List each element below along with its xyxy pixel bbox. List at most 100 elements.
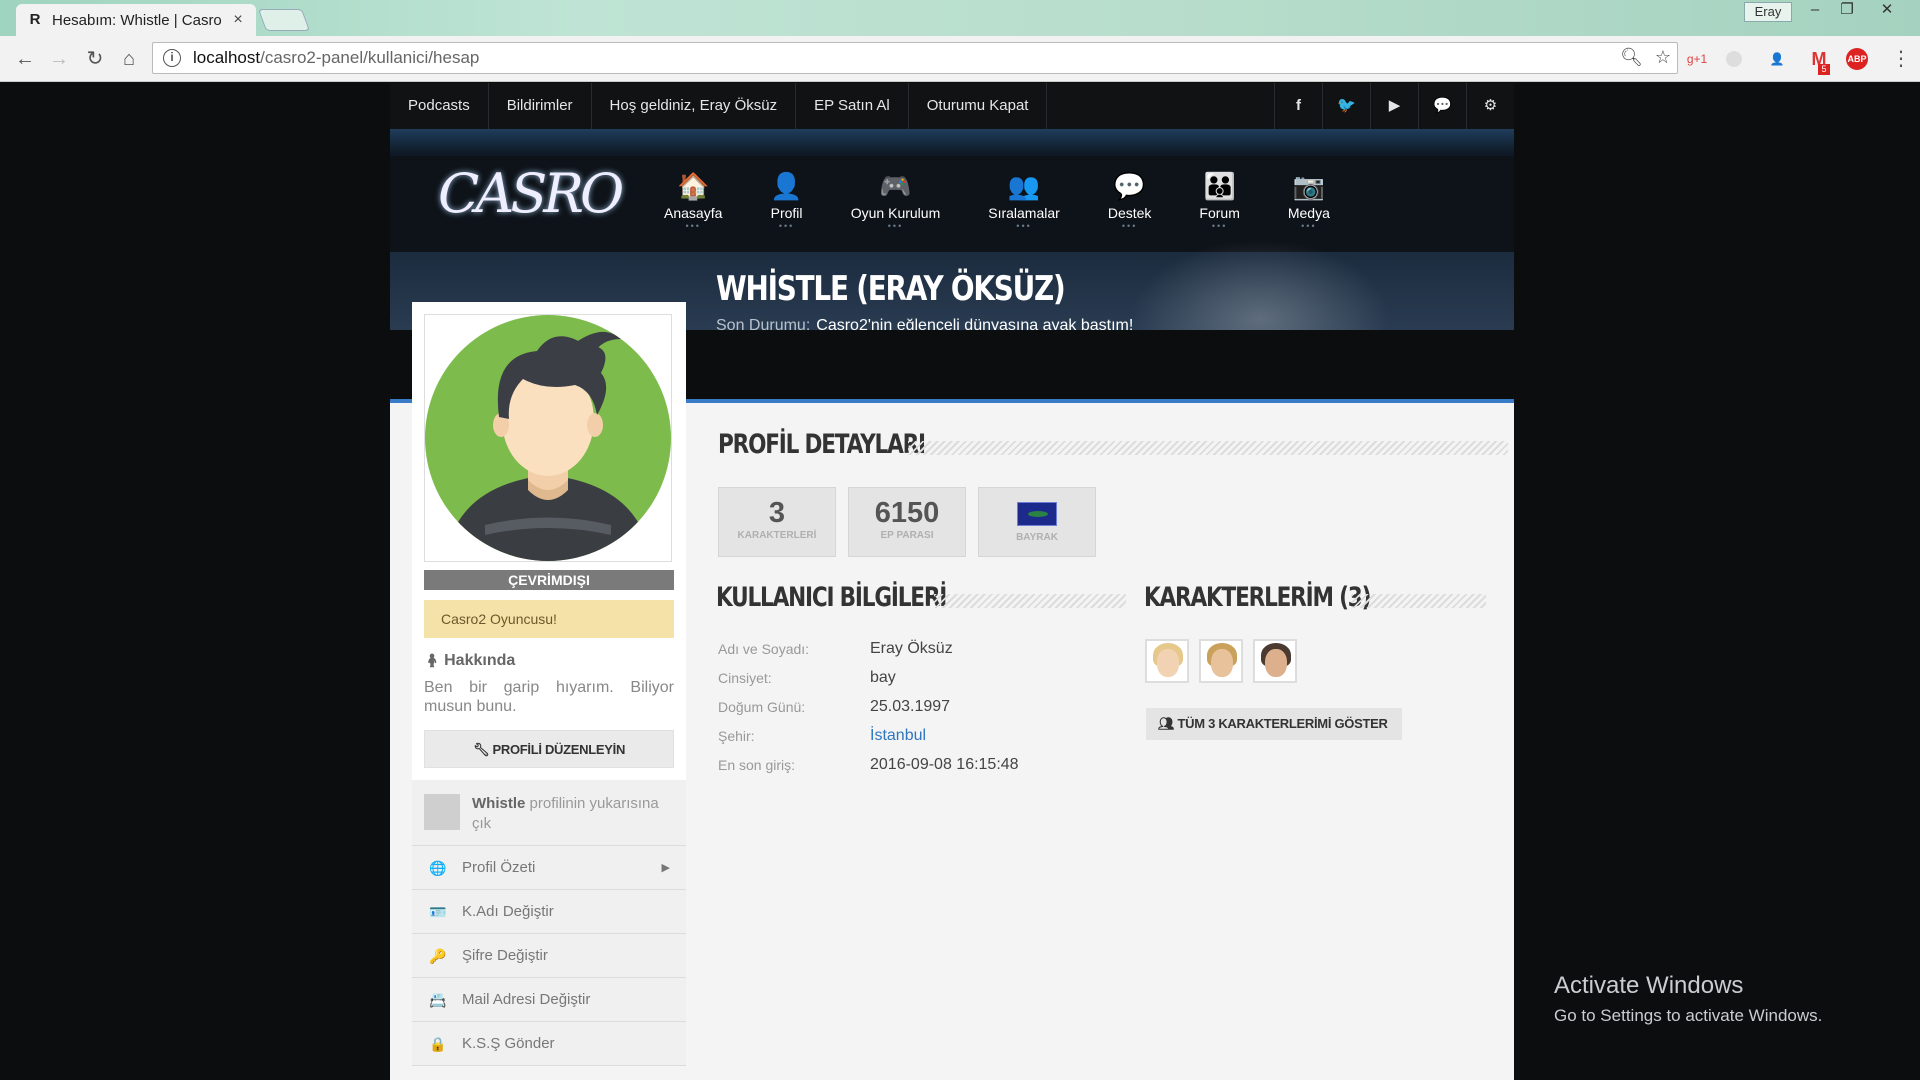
stat-characters: 3 KARAKTERLERİ bbox=[718, 487, 836, 557]
user-info-key: En son giriş: bbox=[718, 756, 796, 773]
stat-ep-label: EP PARASI bbox=[880, 530, 934, 541]
top-navigation-bar: Podcasts Bildirimler Hoş geldiniz, Eray … bbox=[390, 83, 1514, 129]
key-icon: 🔑 bbox=[429, 948, 447, 964]
mainnav-item-media[interactable]: 📷 Medya ••• bbox=[1264, 169, 1354, 231]
topbar-link-welcome[interactable]: Hoş geldiniz, Eray Öksüz bbox=[592, 83, 797, 129]
sidebar-item-profile-summary[interactable]: 🌐 Profil Özeti ▶ bbox=[412, 846, 686, 890]
user-icon: 👤 bbox=[770, 171, 803, 201]
facebook-icon[interactable]: f bbox=[1274, 83, 1322, 129]
sidebar-item-back-to-top[interactable]: Whistle profilinin yukarısına çık bbox=[412, 780, 686, 846]
user-role-badge: Casro2 Oyuncusu! bbox=[424, 600, 674, 638]
user-ext[interactable]: 👤 bbox=[1766, 48, 1788, 70]
globe-icon: 🌐 bbox=[429, 860, 447, 876]
header-glow bbox=[1130, 239, 1390, 330]
character-avatar[interactable] bbox=[1253, 639, 1297, 683]
close-window-button[interactable]: ✕ bbox=[1872, 0, 1902, 20]
gray-ext[interactable] bbox=[1726, 51, 1742, 67]
topbar-link-buy-ep[interactable]: EP Satın Al bbox=[796, 83, 909, 129]
online-status-badge: ÇEVRİMDIŞI bbox=[424, 570, 674, 590]
character-list bbox=[1145, 639, 1297, 683]
stat-characters-label: KARAKTERLERİ bbox=[737, 530, 817, 541]
mainnav-label: Sıralamalar bbox=[988, 205, 1060, 221]
character-face bbox=[1265, 649, 1287, 677]
stat-ep: 6150 EP PARASI bbox=[848, 487, 966, 557]
mainnav-item-profile[interactable]: 👤 Profil ••• bbox=[746, 169, 826, 231]
site-logo[interactable]: CASRO bbox=[438, 162, 624, 242]
back-icon[interactable]: ← bbox=[12, 46, 38, 72]
forward-icon[interactable]: → bbox=[46, 46, 72, 72]
home-icon[interactable]: ⌂ bbox=[116, 46, 142, 72]
sidebar-item-send-kss[interactable]: 🔒 K.S.Ş Gönder bbox=[412, 1022, 686, 1066]
browser-toolbar: ← → ↻ ⌂ i localhost/casro2-panel/kullani… bbox=[0, 36, 1920, 82]
user-info-row: En son giriş: 2016-09-08 16:15:48 bbox=[718, 750, 1019, 779]
edit-profile-button[interactable]: 🔧︎ PROFİLİ DÜZENLEYİN bbox=[424, 730, 674, 768]
site-info-icon[interactable]: i bbox=[163, 49, 181, 67]
mainnav-item-forum[interactable]: 👪 Forum ••• bbox=[1175, 169, 1263, 231]
user-figure-icon: 🧍︎ bbox=[424, 653, 445, 668]
watermark-title: Activate Windows bbox=[1554, 972, 1744, 999]
user-info-heading: KULLANICI BİLGİLERİ bbox=[716, 582, 947, 613]
restore-window-button[interactable]: ❐ bbox=[1832, 0, 1862, 20]
show-all-characters-button[interactable]: 👥︎ TÜM 3 KARAKTERLERİMİ GÖSTER bbox=[1146, 708, 1402, 740]
avatar bbox=[424, 314, 672, 562]
new-tab-button[interactable] bbox=[257, 9, 311, 31]
browser-profile-button[interactable]: Eray bbox=[1744, 2, 1792, 22]
sidebar-top-user: Whistle bbox=[472, 795, 526, 812]
character-avatar[interactable] bbox=[1199, 639, 1243, 683]
twitch-icon[interactable]: 💬 bbox=[1418, 83, 1466, 129]
minimize-window-button[interactable]: – bbox=[1800, 0, 1830, 20]
character-avatar[interactable] bbox=[1145, 639, 1189, 683]
tab-close-icon[interactable]: × bbox=[230, 11, 246, 29]
nav-dots: ••• bbox=[1301, 221, 1317, 231]
zoom-icon[interactable]: 🔍︎ bbox=[1620, 47, 1643, 68]
mainnav-item-game-setup[interactable]: 🎮 Oyun Kurulum ••• bbox=[827, 169, 964, 231]
user-info-row: Adı ve Soyadı: Eray Öksüz bbox=[718, 634, 1019, 663]
home-icon: 🏠 bbox=[677, 171, 710, 201]
youtube-icon[interactable]: ▶ bbox=[1370, 83, 1418, 129]
sidebar-menu: 🌐 Profil Özeti ▶ 🪪 K.Adı Değiştir 🔑 Şifre Deği… bbox=[412, 846, 686, 1066]
mainnav-item-support[interactable]: 💬 Destek ••• bbox=[1084, 169, 1176, 231]
character-face bbox=[1157, 649, 1179, 677]
nav-dots: ••• bbox=[1121, 221, 1138, 231]
profile-details-heading: PROFİL DETAYLARI bbox=[718, 429, 926, 460]
sidebar-item-change-username[interactable]: 🪪 K.Adı Değiştir bbox=[412, 890, 686, 934]
mainnav-item-rankings[interactable]: 👥 Sıralamalar ••• bbox=[964, 169, 1084, 231]
bookmark-star-icon[interactable]: ☆ bbox=[1655, 47, 1671, 68]
stat-ep-value: 6150 bbox=[874, 497, 940, 529]
steam-icon[interactable]: ⚙ bbox=[1466, 83, 1514, 129]
adblock-ext[interactable]: ABP bbox=[1846, 48, 1868, 70]
user-info-value: Eray Öksüz bbox=[870, 639, 953, 657]
default-avatar-icon bbox=[425, 315, 671, 561]
reload-icon[interactable]: ↻ bbox=[82, 46, 108, 72]
status-value: Casro2'nin eğlenceli dünyasına ayak bast… bbox=[816, 317, 1134, 330]
heading-hatch bbox=[934, 594, 1126, 608]
site-container: Podcasts Bildirimler Hoş geldiniz, Eray … bbox=[390, 83, 1514, 1080]
twitter-icon[interactable]: 🐦 bbox=[1322, 83, 1370, 129]
page-viewport: Podcasts Bildirimler Hoş geldiniz, Eray … bbox=[0, 83, 1920, 1080]
camera-icon: 📷 bbox=[1292, 171, 1326, 201]
nav-dots: ••• bbox=[778, 221, 795, 231]
browser-tab-active[interactable]: R Hesabım: Whistle | Casro × bbox=[16, 4, 256, 36]
topbar-link-logout[interactable]: Oturumu Kapat bbox=[909, 83, 1048, 129]
topbar-link-notifications[interactable]: Bildirimler bbox=[489, 83, 592, 129]
sidebar-item-change-password[interactable]: 🔑 Şifre Değiştir bbox=[412, 934, 686, 978]
menu-kebab-icon[interactable]: ⋮ bbox=[1888, 46, 1914, 72]
mainnav-item-home[interactable]: 🏠 Anasayfa ••• bbox=[640, 169, 746, 231]
caret-right-icon: ▶ bbox=[661, 862, 670, 874]
heading-hatch bbox=[908, 441, 1508, 455]
address-bar[interactable]: i localhost/casro2-panel/kullanici/hesap… bbox=[152, 42, 1678, 74]
city-link[interactable]: İstanbul bbox=[870, 727, 926, 745]
heading-hatch bbox=[1352, 594, 1486, 608]
edit-profile-label: PROFİLİ DÜZENLEYİN bbox=[492, 742, 626, 757]
url-host: localhost bbox=[193, 48, 261, 67]
topbar-link-podcasts[interactable]: Podcasts bbox=[390, 83, 489, 129]
windows-activation-watermark: Activate Windows Go to Settings to activ… bbox=[1554, 972, 1822, 1026]
user-info-table: Adı ve Soyadı: Eray Öksüz Cinsiyet: bay Doğu… bbox=[718, 634, 1019, 779]
google-plus-ext[interactable]: g+1 bbox=[1686, 48, 1708, 70]
site-favicon-icon: R bbox=[29, 11, 41, 28]
user-info-key: Şehir: bbox=[718, 727, 755, 744]
sidebar-item-label: K.S.Ş Gönder bbox=[462, 1035, 555, 1052]
sidebar-item-change-email[interactable]: 📇 Mail Adresi Değiştir bbox=[412, 978, 686, 1022]
characters-heading: KARAKTERLERİM (3) bbox=[1144, 582, 1371, 613]
user-info-key: Cinsiyet: bbox=[718, 669, 772, 686]
